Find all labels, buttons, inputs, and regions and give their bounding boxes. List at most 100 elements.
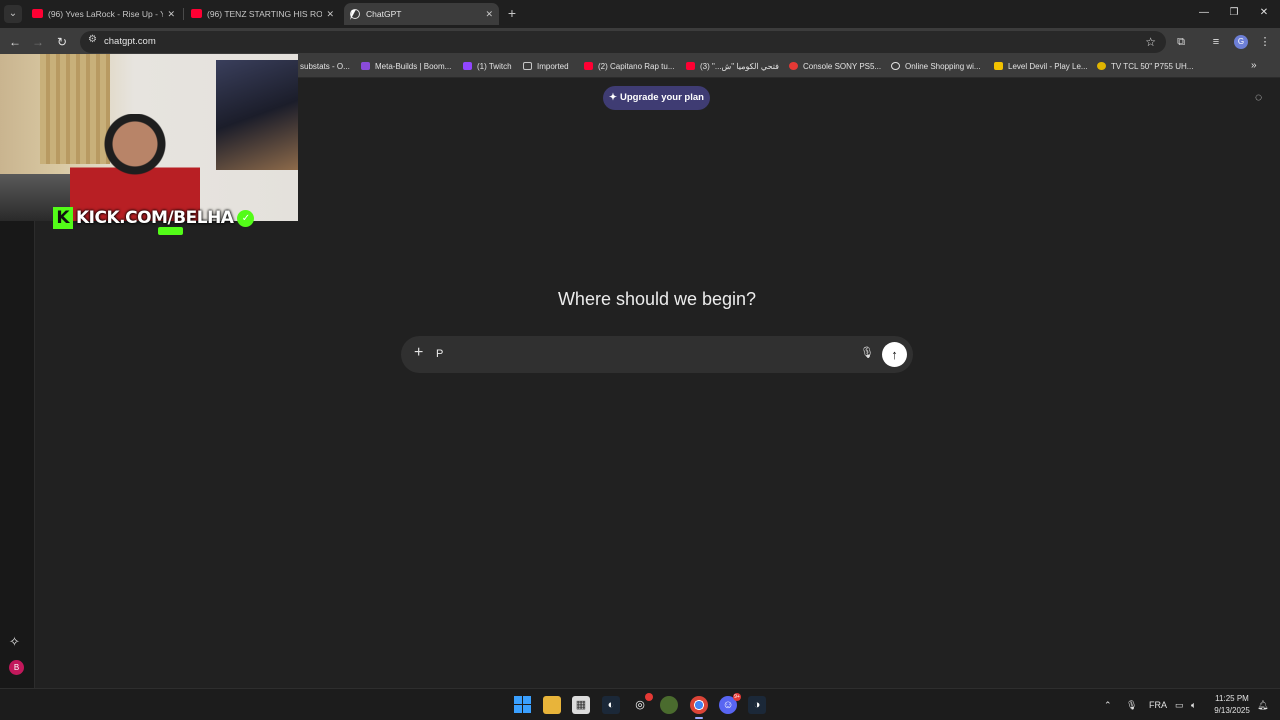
- twitch-icon: [463, 62, 472, 70]
- kick-tag: [158, 227, 183, 235]
- sparkle-icon[interactable]: ✧: [9, 634, 20, 650]
- tab-search-button[interactable]: ⌄: [4, 5, 22, 23]
- verified-icon: ✓: [237, 209, 255, 227]
- close-icon[interactable]: ✕: [326, 3, 334, 25]
- clock-date: 9/13/2025: [1214, 706, 1250, 715]
- discord-icon[interactable]: ☺ 9+: [719, 693, 741, 714]
- bookmark-star-icon[interactable]: ☆: [1145, 34, 1156, 50]
- youtube-icon: [686, 62, 695, 70]
- store-icon: [789, 62, 798, 70]
- bookmark-item[interactable]: Console SONY PS5...: [789, 60, 881, 74]
- bookmark-item[interactable]: Online Shopping wi...: [891, 60, 981, 74]
- bookmark-item[interactable]: فتحي الكوميا "ش..." (3): [686, 60, 779, 74]
- screen: ⌄ (96) Yves LaRock - Rise Up - Yo ✕ (96)…: [0, 0, 1280, 720]
- profile-avatar[interactable]: G: [1234, 35, 1248, 49]
- bookmark-label: Meta-Builds | Boom...: [375, 62, 452, 71]
- bookmark-label: Imported: [537, 62, 569, 71]
- chevron-right-icon[interactable]: »: [1251, 60, 1257, 71]
- notification-badge: [645, 693, 653, 701]
- shopping-icon: [891, 62, 900, 70]
- tab-title: ChatGPT: [366, 9, 402, 19]
- tab-chatgpt[interactable]: ChatGPT ✕: [344, 3, 499, 25]
- url-text: chatgpt.com: [104, 36, 156, 47]
- reload-icon[interactable]: ↻: [53, 33, 71, 51]
- new-tab-button[interactable]: +: [503, 4, 521, 22]
- user-avatar[interactable]: B: [9, 660, 24, 675]
- bookmark-item[interactable]: Imported: [523, 60, 569, 74]
- clock-time: 11:25 PM: [1215, 694, 1249, 703]
- tab-title: (96) TENZ STARTING HIS ROAD: [207, 9, 322, 19]
- coin-icon: [1097, 62, 1106, 70]
- network-icon[interactable]: ▭: [1175, 696, 1184, 714]
- upgrade-label: Upgrade your plan: [620, 92, 704, 103]
- window-close-button[interactable]: ✕: [1254, 4, 1274, 22]
- clock[interactable]: 11:25 PM 9/13/2025: [1208, 693, 1256, 717]
- tab-tenz[interactable]: (96) TENZ STARTING HIS ROAD ✕: [185, 3, 340, 25]
- store-app-icon[interactable]: ▦: [572, 696, 590, 714]
- bookmark-label: Online Shopping wi...: [905, 62, 981, 71]
- mouse-cursor: [350, 10, 360, 20]
- prompt-composer: + 🎙︎ ↑: [401, 336, 913, 373]
- tab-yves-larock[interactable]: (96) Yves LaRock - Rise Up - Yo ✕: [26, 3, 181, 25]
- bookmark-label: Console SONY PS5...: [803, 62, 882, 71]
- bookmark-label: Level Devil - Play Le...: [1008, 62, 1088, 71]
- microphone-icon[interactable]: 🎙︎: [1126, 696, 1137, 714]
- browser-toolbar: ← → ↻ ⚙ chatgpt.com ☆ ⧉ ≡ G ⋮: [0, 28, 1280, 56]
- app-icon[interactable]: ◎: [631, 693, 653, 714]
- bookmark-item[interactable]: (2) Capitano Rap tu...: [584, 60, 674, 74]
- bookmark-label: (2) Capitano Rap tu...: [598, 62, 675, 71]
- send-button[interactable]: ↑: [882, 342, 907, 367]
- notifications-icon[interactable]: 🔔︎: [1257, 696, 1268, 714]
- game-icon: [994, 62, 1003, 70]
- prompt-input[interactable]: [436, 345, 836, 363]
- bookmark-item[interactable]: Level Devil - Play Le...: [994, 60, 1088, 74]
- youtube-icon: [32, 9, 43, 18]
- forward-icon[interactable]: →: [29, 33, 47, 51]
- close-icon[interactable]: ✕: [167, 3, 175, 25]
- bookmark-item[interactable]: Meta-Builds | Boom...: [361, 60, 451, 74]
- temporary-chat-icon[interactable]: ◌: [1255, 90, 1262, 104]
- bookmark-label: فتحي الكوميا "ش..." (3): [700, 62, 779, 71]
- windows-start-icon[interactable]: [514, 696, 532, 714]
- game-app-icon[interactable]: [660, 696, 678, 714]
- folder-icon: [523, 62, 532, 70]
- bookmark-label: (1) Twitch: [477, 62, 512, 71]
- bookmark-item[interactable]: substats - O...: [300, 60, 350, 74]
- add-attachment-icon[interactable]: +: [414, 343, 423, 363]
- tab-strip: ⌄ (96) Yves LaRock - Rise Up - Yo ✕ (96)…: [0, 0, 1280, 28]
- site-info-icon[interactable]: ⚙: [88, 34, 97, 45]
- chevron-up-icon[interactable]: ⌃: [1104, 696, 1112, 714]
- upgrade-plan-button[interactable]: ✦ Upgrade your plan: [603, 86, 710, 110]
- steam-icon[interactable]: ◐: [602, 696, 620, 714]
- back-icon[interactable]: ←: [6, 33, 24, 51]
- kick-logo-icon: K: [53, 207, 73, 229]
- bookmark-item[interactable]: (1) Twitch: [463, 60, 512, 74]
- tab-title: (96) Yves LaRock - Rise Up - Yo: [48, 9, 163, 19]
- media-controls-icon[interactable]: ≡: [1207, 33, 1225, 51]
- page-title: Where should we begin?: [557, 289, 757, 309]
- volume-icon[interactable]: 🔈︎: [1191, 696, 1196, 714]
- file-explorer-icon[interactable]: [543, 696, 561, 714]
- minimize-button[interactable]: —: [1194, 4, 1214, 22]
- bookmark-label: TV TCL 50" P755 UH...: [1111, 62, 1194, 71]
- microphone-icon[interactable]: 🎙︎: [860, 346, 874, 359]
- bookmark-label: substats - O...: [300, 62, 350, 71]
- language-indicator[interactable]: FRA: [1149, 696, 1167, 714]
- extensions-icon[interactable]: ⧉: [1172, 33, 1190, 51]
- taskbar: ▦ ◐ ◎ ☺ 9+ ◑ ⌃ 🎙︎ FRA ▭ 🔈︎ 11:25 PM 9/13/…: [0, 688, 1280, 720]
- tab-separator: [183, 8, 184, 20]
- steam-icon[interactable]: ◑: [748, 696, 766, 714]
- youtube-icon: [191, 9, 202, 18]
- kick-text: KICK.COM/BELHA: [76, 208, 234, 228]
- menu-icon[interactable]: ⋮: [1256, 33, 1274, 51]
- sparkle-icon: ✦: [609, 92, 618, 103]
- close-icon[interactable]: ✕: [485, 3, 493, 25]
- discord-badge: 9+: [733, 693, 741, 701]
- address-bar[interactable]: ⚙ chatgpt.com ☆: [80, 31, 1166, 53]
- webcam-overlay: [0, 54, 298, 221]
- bookmark-item[interactable]: TV TCL 50" P755 UH...: [1097, 60, 1193, 74]
- webcam-posters: [216, 60, 298, 170]
- youtube-icon: [584, 62, 593, 70]
- restore-button[interactable]: ❐: [1224, 4, 1244, 22]
- chrome-icon[interactable]: [690, 696, 708, 719]
